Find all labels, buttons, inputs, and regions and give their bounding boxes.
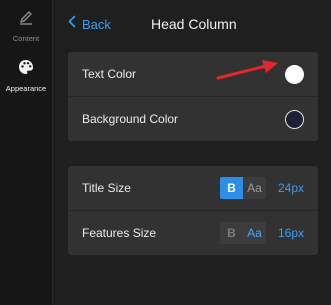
features-size-row: Features Size B Aa 16px [68, 210, 318, 255]
bold-toggle-button[interactable]: B [220, 177, 243, 199]
back-label: Back [82, 16, 111, 32]
chevron-left-icon [68, 15, 76, 33]
background-color-row[interactable]: Background Color [68, 96, 318, 141]
regular-toggle-button[interactable]: Aa [243, 222, 266, 244]
sidebar-item-appearance[interactable]: Appearance [0, 58, 52, 93]
main-panel: Back Head Column Text Color Background C… [53, 0, 331, 305]
palette-icon [17, 58, 35, 81]
text-color-row[interactable]: Text Color [68, 52, 318, 96]
sidebar-item-label: Content [12, 34, 40, 43]
features-size-value[interactable]: 16px [278, 226, 304, 240]
regular-toggle-button[interactable]: Aa [243, 177, 266, 199]
pen-icon [17, 8, 35, 31]
title-size-row: Title Size B Aa 24px [68, 166, 318, 210]
sidebar-item-label: Appearance [5, 84, 47, 93]
features-style-toggle: B Aa [220, 222, 266, 244]
bold-toggle-button[interactable]: B [220, 222, 243, 244]
sidebar-item-content[interactable]: Content [0, 8, 52, 43]
text-color-swatch[interactable] [285, 64, 304, 84]
sidebar: Content Appearance [0, 0, 53, 305]
background-color-swatch[interactable] [285, 109, 304, 129]
title-style-toggle: B Aa [220, 177, 266, 199]
background-color-label: Background Color [82, 112, 179, 126]
size-panel: Title Size B Aa 24px Features Size B Aa … [68, 166, 318, 255]
page-title: Head Column [151, 16, 237, 32]
title-size-label: Title Size [82, 181, 131, 195]
header: Back Head Column [53, 0, 331, 48]
colors-panel: Text Color Background Color [68, 52, 318, 141]
text-color-label: Text Color [82, 67, 137, 81]
back-button[interactable]: Back [68, 15, 111, 33]
title-size-value[interactable]: 24px [278, 181, 304, 195]
features-size-label: Features Size [82, 226, 157, 240]
